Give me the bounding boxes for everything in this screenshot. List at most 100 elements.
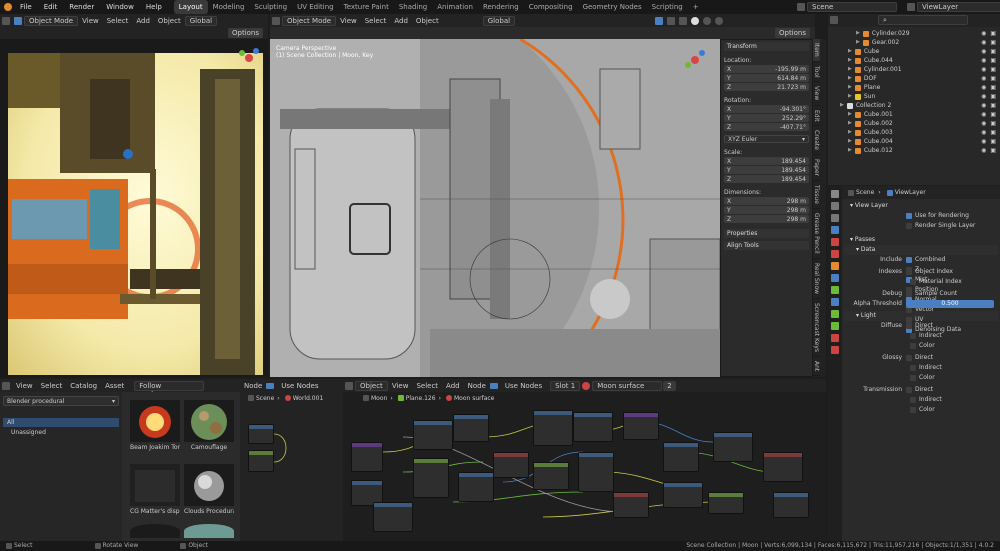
node-menu-node[interactable]: Node bbox=[464, 382, 490, 390]
camera-icon[interactable]: ▣ bbox=[990, 146, 996, 155]
constraints-tab-icon[interactable] bbox=[831, 310, 839, 318]
camera-icon[interactable]: ▣ bbox=[990, 110, 996, 119]
view-layer-section-header[interactable]: ▾ View Layer bbox=[844, 201, 998, 211]
view-layer-name[interactable]: ViewLayer bbox=[917, 2, 1000, 12]
catalog-all[interactable]: All bbox=[3, 418, 119, 427]
blender-logo-icon[interactable] bbox=[4, 3, 12, 11]
catalog-unassigned[interactable]: Unassigned bbox=[3, 427, 119, 438]
output-tab-icon[interactable] bbox=[831, 214, 839, 222]
left-menu-view[interactable]: View bbox=[78, 17, 103, 25]
render-tab-icon[interactable] bbox=[831, 202, 839, 210]
physics-tab-icon[interactable] bbox=[831, 298, 839, 306]
modifier-tab-icon[interactable] bbox=[831, 274, 839, 282]
node-menu-select[interactable]: Select bbox=[412, 382, 442, 390]
dimensions-y-field[interactable]: Y 298 m bbox=[724, 206, 809, 214]
main-options-button[interactable]: Options bbox=[774, 28, 810, 38]
outliner-item[interactable]: ▶ Cube.001 ◉ ▣ bbox=[832, 110, 996, 119]
outliner-item[interactable]: ▶ Sun ◉ ▣ bbox=[832, 92, 996, 101]
material-index-checkbox[interactable]: Material Index bbox=[844, 277, 998, 287]
shader-node[interactable] bbox=[713, 432, 753, 462]
expand-arrow-icon[interactable]: ▶ bbox=[848, 146, 852, 155]
rotation-mode-select[interactable]: XYZ Euler ▾ bbox=[724, 135, 809, 143]
left-options-button[interactable]: Options bbox=[227, 28, 263, 38]
eye-icon[interactable]: ◉ bbox=[981, 146, 986, 155]
camera-icon[interactable]: ▣ bbox=[990, 38, 996, 47]
shader-node[interactable] bbox=[493, 452, 529, 478]
camera-icon[interactable]: ▣ bbox=[990, 83, 996, 92]
tab-view[interactable]: View bbox=[813, 82, 820, 106]
tab-edit[interactable]: Edit bbox=[813, 106, 820, 127]
camera-icon[interactable]: ▣ bbox=[990, 92, 996, 101]
expand-arrow-icon[interactable]: ▶ bbox=[848, 119, 852, 128]
camera-icon[interactable]: ▣ bbox=[990, 119, 996, 128]
camera-icon[interactable]: ▣ bbox=[990, 74, 996, 83]
asset-item[interactable]: CG Matter's disp... bbox=[130, 464, 180, 515]
tab-paper[interactable]: Paper bbox=[813, 155, 820, 182]
outliner-item[interactable]: ▶ Collection 2 ◉ ▣ bbox=[832, 101, 996, 110]
scene-name[interactable]: Scene bbox=[807, 2, 897, 12]
rotation-x-field[interactable]: X -94.301° bbox=[724, 105, 809, 113]
tab-texture-paint[interactable]: Texture Paint bbox=[339, 0, 394, 14]
shader-node[interactable] bbox=[413, 458, 449, 498]
expand-arrow-icon[interactable]: ▶ bbox=[848, 128, 852, 137]
data-tab-icon[interactable] bbox=[831, 322, 839, 330]
shader-node[interactable] bbox=[763, 452, 803, 482]
tab-layout[interactable]: Layout bbox=[173, 0, 208, 14]
left-navigation-gizmo[interactable] bbox=[236, 45, 262, 71]
eye-icon[interactable]: ◉ bbox=[981, 38, 986, 47]
dimensions-z-field[interactable]: Z 298 m bbox=[724, 215, 809, 223]
camera-icon[interactable]: ▣ bbox=[990, 47, 996, 56]
left-mode-select[interactable]: Object Mode bbox=[24, 15, 79, 26]
shader-node[interactable] bbox=[533, 462, 569, 490]
expand-arrow-icon[interactable]: ▶ bbox=[848, 65, 852, 74]
tab-rendering[interactable]: Rendering bbox=[478, 0, 524, 14]
expand-arrow-icon[interactable]: ▶ bbox=[848, 92, 852, 101]
node-menu-view[interactable]: View bbox=[388, 382, 413, 390]
main-mode-select[interactable]: Object Mode bbox=[282, 15, 337, 26]
outliner-item[interactable]: ▶ Cube.004 ◉ ▣ bbox=[832, 137, 996, 146]
transform-panel-header[interactable]: Transform bbox=[724, 42, 809, 51]
diffuse-indirect-checkbox[interactable]: Indirect bbox=[844, 331, 998, 341]
outliner-item[interactable]: ▶ Cube.012 ◉ ▣ bbox=[832, 146, 996, 155]
tab-ant[interactable]: Ant bbox=[813, 357, 820, 376]
rotation-y-field[interactable]: Y 252.29° bbox=[724, 114, 809, 122]
expand-arrow-icon[interactable]: ▶ bbox=[856, 29, 860, 38]
checkbox-icon[interactable] bbox=[906, 355, 912, 361]
eye-icon[interactable]: ◉ bbox=[981, 29, 986, 38]
tab-modeling[interactable]: Modeling bbox=[208, 0, 250, 14]
tab-uv-editing[interactable]: UV Editing bbox=[292, 0, 339, 14]
outliner-item[interactable]: ▶ Gear.002 ◉ ▣ bbox=[832, 38, 996, 47]
include-pass-checkbox[interactable]: Include Combined bbox=[844, 255, 998, 265]
camera-icon[interactable]: ▣ bbox=[990, 101, 996, 110]
location-z-field[interactable]: Z 21.723 m bbox=[724, 83, 809, 91]
shading-material-icon[interactable] bbox=[703, 16, 712, 25]
asset-editor-icon[interactable] bbox=[2, 381, 10, 390]
outliner-item[interactable]: ▶ Cube.003 ◉ ▣ bbox=[832, 128, 996, 137]
outliner-editor-icon[interactable] bbox=[830, 16, 838, 24]
editor-type-icon[interactable] bbox=[2, 16, 10, 25]
tab-grease-pencil[interactable]: Grease Pencil bbox=[813, 209, 820, 259]
tab-real-snow[interactable]: Real Snow bbox=[813, 259, 820, 299]
eye-icon[interactable]: ◉ bbox=[981, 47, 986, 56]
view-layer-tab-icon[interactable] bbox=[831, 226, 839, 234]
shader-node[interactable] bbox=[351, 442, 383, 472]
alpha-threshold-slider[interactable]: 0.500 bbox=[906, 300, 994, 308]
shader-node-canvas[interactable]: Moon › Plane.126 › Moon surface bbox=[343, 392, 826, 541]
checkbox-icon[interactable] bbox=[906, 387, 912, 393]
camera-icon[interactable]: ▣ bbox=[990, 56, 996, 65]
shader-node[interactable] bbox=[458, 472, 494, 502]
asset-item[interactable]: Camouflage bbox=[184, 400, 234, 451]
material-tab-icon[interactable] bbox=[831, 334, 839, 342]
gizmo-toggle-icon[interactable] bbox=[655, 16, 664, 25]
xray-toggle-icon[interactable] bbox=[679, 16, 688, 25]
expand-arrow-icon[interactable]: ▶ bbox=[848, 137, 852, 146]
main-editor-type-icon[interactable] bbox=[272, 16, 280, 25]
scene-tab-icon[interactable] bbox=[831, 238, 839, 246]
material-name-field[interactable]: Moon surface bbox=[592, 380, 663, 391]
transmission-indirect-checkbox[interactable]: Indirect bbox=[844, 395, 998, 405]
shader-node[interactable] bbox=[578, 452, 614, 492]
eye-icon[interactable]: ◉ bbox=[981, 101, 986, 110]
shading-rendered-icon[interactable] bbox=[715, 16, 724, 25]
tab-tissue[interactable]: Tissue bbox=[813, 181, 820, 210]
world-tab-icon[interactable] bbox=[831, 250, 839, 258]
